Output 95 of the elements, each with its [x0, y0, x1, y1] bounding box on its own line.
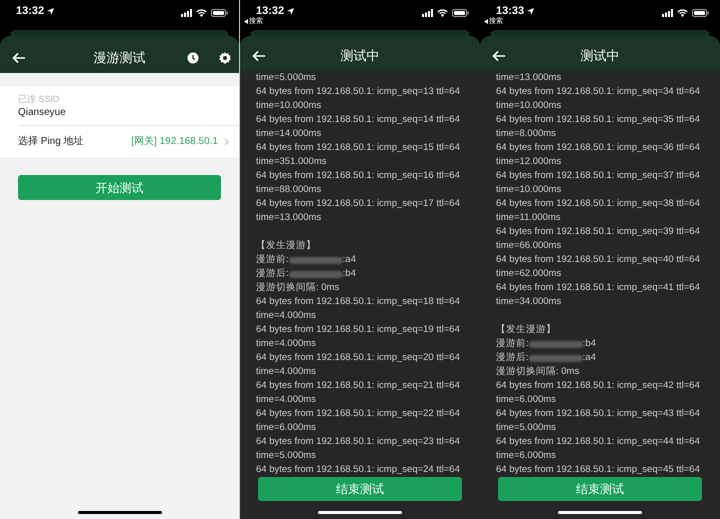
ping-address-label: 选择 Ping 地址 [18, 134, 85, 149]
location-icon [287, 8, 294, 14]
screen-title: 测试中 [340, 47, 380, 65]
wifi-icon [437, 9, 448, 17]
log-line: 64 bytes from 192.168.50.1: icmp_seq=45 ttl=64 [496, 463, 700, 477]
back-arrow-icon[interactable] [492, 50, 506, 62]
log-line: time=66.000ms [496, 239, 562, 253]
log-line: time=6.000ms [256, 421, 316, 435]
log-line: time=10.000ms [496, 183, 562, 197]
screen-title: 漫游测试 [94, 49, 146, 67]
wifi-icon [196, 9, 207, 17]
ping-address-row[interactable]: 选择 Ping 地址 [网关] 192.168.50.1 [18, 126, 239, 157]
clock-icon[interactable] [187, 52, 199, 64]
chevron-icon [224, 138, 229, 146]
log-line: time=13.000ms [256, 211, 322, 225]
log-line: 64 bytes from 192.168.50.1: icmp_seq=37 ttl=64 [496, 169, 700, 183]
settings-icon[interactable] [219, 52, 231, 64]
log-line: 64 bytes from 192.168.50.1: icmp_seq=39 ttl=64 [496, 225, 700, 239]
location-icon [47, 8, 54, 14]
battery-icon [452, 9, 469, 17]
log-line: time=6.000ms [496, 449, 556, 463]
status-time: 13:32 [16, 4, 44, 18]
log-line: 64 bytes from 192.168.50.1: icmp_seq=20 ttl=64 [256, 351, 460, 365]
log-line: 64 bytes from 192.168.50.1: icmp_seq=40 ttl=64 [496, 253, 700, 267]
log-line: time=14.000ms [256, 127, 322, 141]
log-line: 64 bytes from 192.168.50.1: icmp_seq=24 ttl=64 [256, 463, 460, 477]
screen-title: 测试中 [580, 47, 620, 65]
log-line: time=351.000ms [256, 155, 326, 169]
battery-icon [211, 9, 228, 17]
log-line: time=34.000ms [496, 295, 562, 309]
log-line: time=10.000ms [496, 99, 562, 113]
ssid-value: Qianseyue [18, 106, 67, 120]
log-line: 64 bytes from 192.168.50.1: icmp_seq=16 ttl=64 [256, 169, 460, 183]
log-line: time=4.000ms [256, 309, 316, 323]
log-line: 64 bytes from 192.168.50.1: icmp_seq=36 ttl=64 [496, 141, 700, 155]
redacted-blur [288, 270, 343, 278]
log-label: 漫游后: [256, 267, 289, 281]
back-triangle-icon [484, 19, 488, 24]
log-line: time=62.000ms [496, 267, 562, 281]
log-line: 64 bytes from 192.168.50.1: icmp_seq=43 ttl=64 [496, 407, 700, 421]
redacted-blur [288, 256, 343, 264]
log-line: time=11.000ms [496, 211, 561, 225]
log-line: time=6.000ms [496, 393, 556, 407]
log-line: time=13.000ms [496, 71, 562, 85]
log-suffix: :a4 [582, 351, 596, 365]
back-triangle-icon [244, 19, 248, 24]
log-line: 64 bytes from 192.168.50.1: icmp_seq=21 ttl=64 [256, 379, 460, 393]
status-time: 13:33 [496, 4, 524, 17]
log-line: 64 bytes from 192.168.50.1: icmp_seq=17 ttl=64 [256, 197, 460, 211]
log-line: 64 bytes from 192.168.50.1: icmp_seq=18 ttl=64 [256, 295, 460, 309]
log-line: time=4.000ms [256, 393, 316, 407]
log-line: 64 bytes from 192.168.50.1: icmp_seq=14 ttl=64 [256, 113, 460, 127]
log-line: 64 bytes from 192.168.50.1: icmp_seq=42 ttl=64 [496, 379, 700, 393]
back-arrow-icon[interactable] [12, 52, 26, 64]
log-line: 64 bytes from 192.168.50.1: icmp_seq=19 ttl=64 [256, 323, 460, 337]
ssid-label: 已连 SSID [18, 93, 61, 106]
log-line: 64 bytes from 192.168.50.1: icmp_seq=35 ttl=64 [496, 113, 700, 127]
log-line: 64 bytes from 192.168.50.1: icmp_seq=38 ttl=64 [496, 197, 700, 211]
log-line: 64 bytes from 192.168.50.1: icmp_seq=22 ttl=64 [256, 407, 460, 421]
log-line: 漫游切换间隔: 0ms [256, 281, 340, 295]
log-line: time=4.000ms [256, 337, 316, 351]
log-line: 64 bytes from 192.168.50.1: icmp_seq=15 ttl=64 [256, 141, 460, 155]
log-suffix: :b4 [342, 267, 356, 281]
signal-icon [662, 9, 673, 17]
log-line: time=5.000ms [496, 421, 556, 435]
log-line: 64 bytes from 192.168.50.1: icmp_seq=34 ttl=64 [496, 85, 700, 99]
log-line: 64 bytes from 192.168.50.1: icmp_seq=44 ttl=64 [496, 435, 700, 449]
log-line: 漫游切换间隔: 0ms [496, 365, 580, 379]
log-suffix: :a4 [342, 253, 356, 267]
log-line: time=88.000ms [256, 183, 322, 197]
signal-icon [181, 9, 192, 17]
log-line: 64 bytes from 192.168.50.1: icmp_seq=23 ttl=64 [256, 435, 460, 449]
log-line: time=4.000ms [256, 365, 316, 379]
log-line: time=8.000ms [496, 127, 556, 141]
log-line: time=10.000ms [256, 99, 322, 113]
log-label: 漫游前: [256, 253, 289, 267]
log-line: 【发生漫游】 [496, 323, 556, 337]
redacted-blur [528, 354, 583, 362]
log-line: time=5.000ms [256, 449, 316, 463]
signal-icon [422, 9, 433, 17]
wifi-icon [677, 9, 688, 17]
back-arrow-icon[interactable] [252, 50, 266, 62]
battery-icon [692, 9, 709, 17]
log-label: 漫游前: [496, 337, 529, 351]
status-time: 13:32 [256, 4, 284, 17]
log-line: 【发生漫游】 [256, 239, 316, 253]
log-line: 64 bytes from 192.168.50.1: icmp_seq=13 ttl=64 [256, 85, 460, 99]
redacted-blur [528, 340, 583, 348]
ping-address-value: [网关] 192.168.50.1 [131, 134, 218, 149]
log-line: time=12.000ms [496, 155, 562, 169]
log-suffix: :b4 [582, 337, 596, 351]
log-line: 64 bytes from 192.168.50.1: icmp_seq=41 ttl=64 [496, 281, 700, 295]
log-label: 漫游后: [496, 351, 529, 365]
location-icon [527, 8, 534, 14]
log-line: time=5.000ms [256, 71, 316, 85]
